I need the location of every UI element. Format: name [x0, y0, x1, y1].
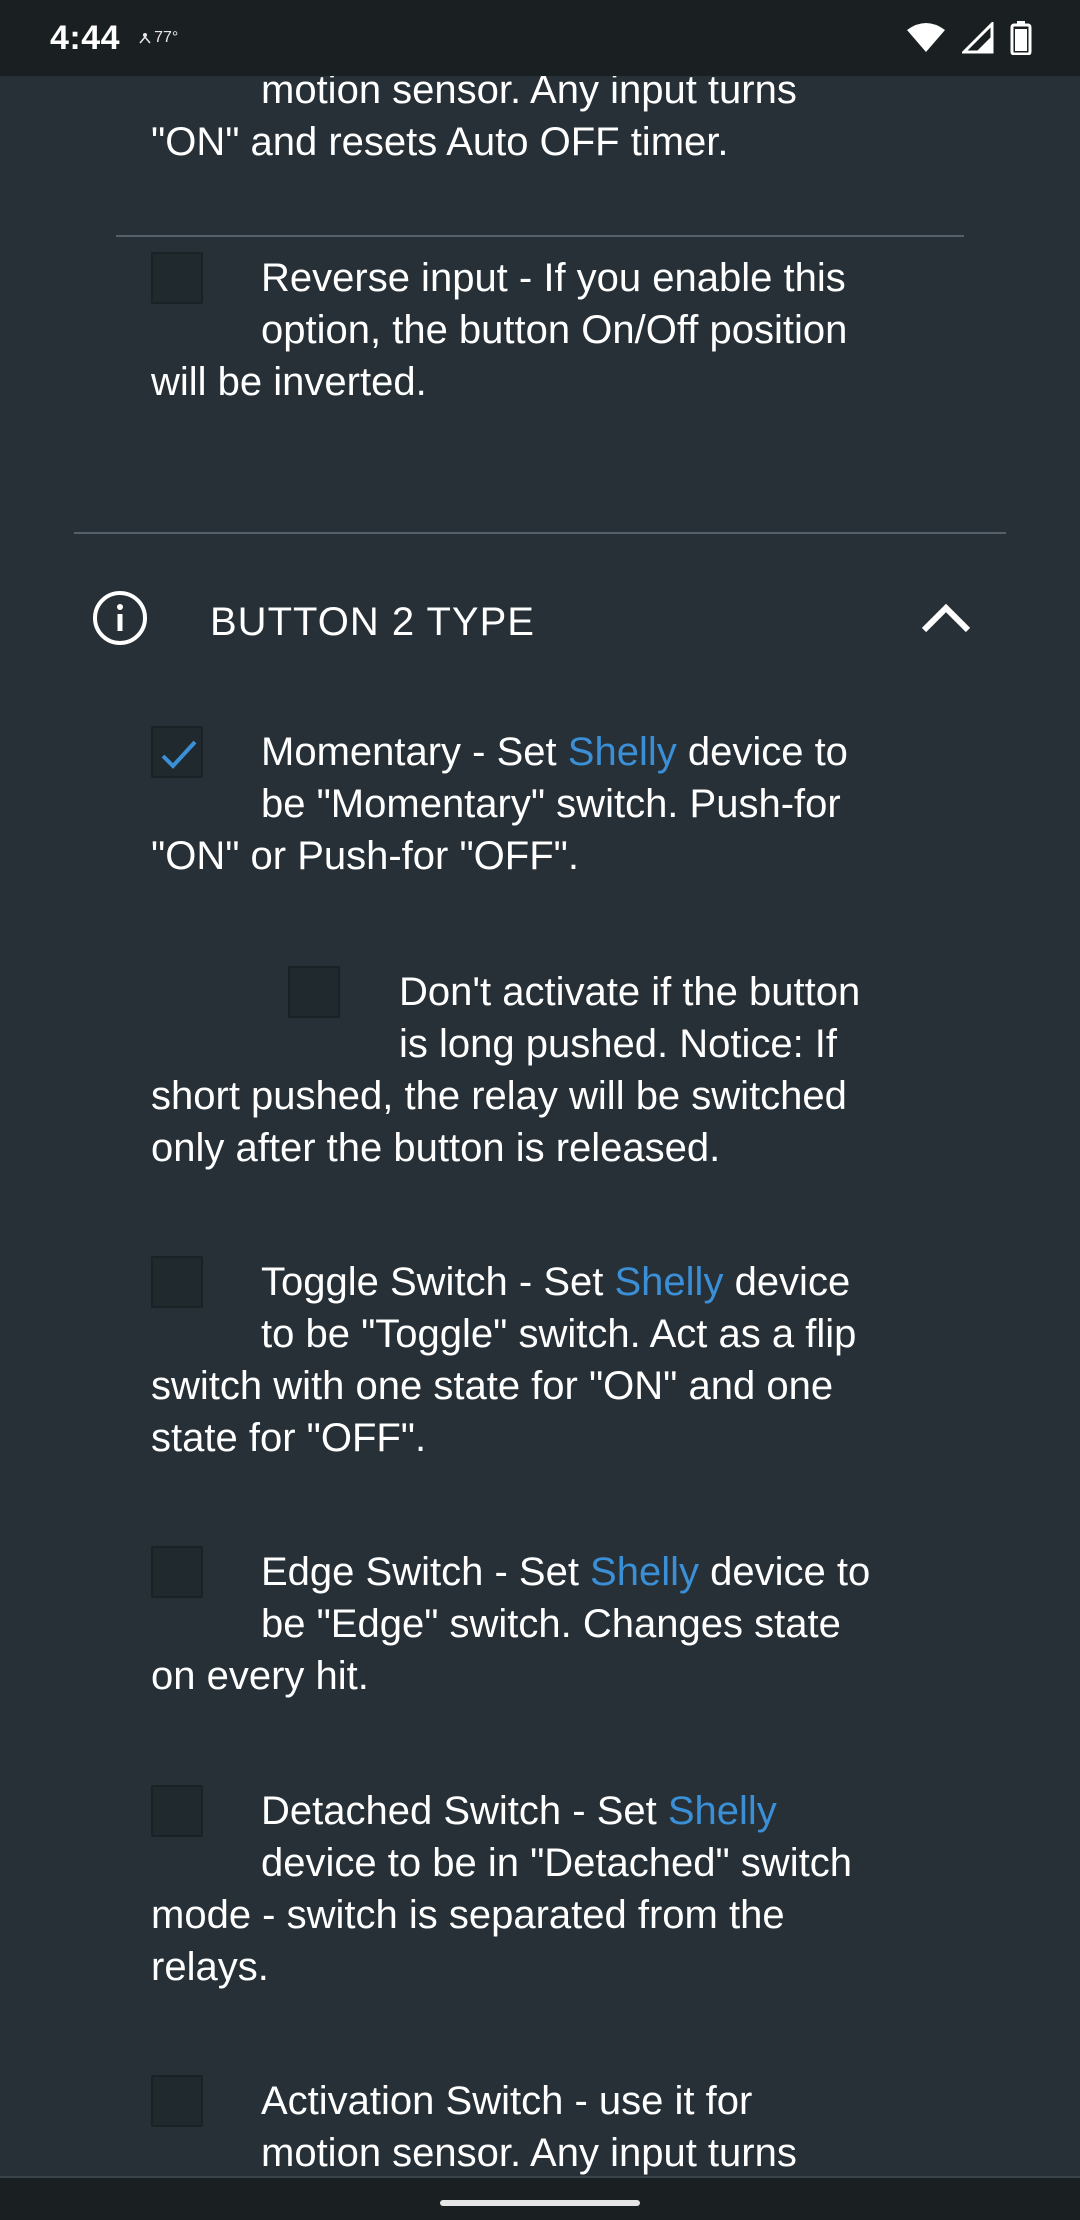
home-gesture-handle[interactable] — [440, 2200, 640, 2206]
section-title: BUTTON 2 TYPE — [210, 600, 535, 644]
toggle-prefix: Toggle Switch - Set — [261, 1260, 615, 1304]
wifi-icon — [907, 23, 945, 52]
reverse-input-line-1: Reverse input - If you enable this — [261, 256, 846, 300]
status-right — [906, 21, 1032, 55]
clock: 4:44 — [50, 18, 121, 57]
long-push-label: Don't activate if the button is long pus… — [151, 966, 1011, 1174]
cell-signal-icon — [962, 22, 994, 54]
detached-prefix: Detached Switch - Set — [261, 1789, 668, 1833]
edge-line-3: on every hit. — [151, 1654, 369, 1698]
momentary-suffix: device to — [676, 730, 848, 774]
reverse-input-line-3: will be inverted. — [151, 360, 427, 404]
toggle-line-2: to be "Toggle" switch. Act as a flip — [261, 1312, 857, 1356]
long-push-line-3: short pushed, the relay will be switched — [151, 1074, 847, 1118]
section-divider — [74, 532, 1006, 534]
shelly-link[interactable]: Shelly — [590, 1550, 699, 1594]
shelly-link[interactable]: Shelly — [568, 730, 677, 774]
fragment-line-2: "ON" and resets Auto OFF timer. — [151, 120, 729, 164]
activation-switch-label: Activation Switch - use it for motion se… — [151, 2075, 1011, 2176]
weather-indicator: 77° — [138, 29, 178, 47]
temperature: 77° — [154, 29, 179, 46]
battery-icon — [1010, 21, 1032, 55]
edge-line-1: Edge Switch - Set Shelly device to — [151, 1546, 1011, 1598]
long-push-line-4: only after the button is released. — [151, 1126, 721, 1170]
settings-content[interactable]: motion sensor. Any input turns "ON" and … — [0, 76, 1080, 2176]
option-divider — [116, 235, 964, 237]
edge-switch-label: Edge Switch - Set Shelly device to be "E… — [151, 1546, 1011, 1702]
momentary-label: Momentary - Set Shelly device to be "Mom… — [151, 726, 1011, 882]
weather-icon — [139, 33, 151, 44]
long-push-line-2: is long pushed. Notice: If — [399, 1022, 838, 1066]
shelly-link[interactable]: Shelly — [615, 1260, 724, 1304]
status-left: 4:44 77° — [50, 19, 178, 58]
momentary-line-2: be "Momentary" switch. Push-for — [261, 782, 841, 826]
navigation-bar — [0, 2176, 1080, 2220]
toggle-switch-label: Toggle Switch - Set Shelly device to be … — [151, 1256, 1031, 1464]
detached-switch-label: Detached Switch - Set Shelly device to b… — [151, 1785, 1011, 1993]
info-icon[interactable] — [92, 590, 148, 646]
momentary-line-1: Momentary - Set Shelly device to — [151, 726, 1011, 778]
edge-suffix: device to — [699, 1550, 871, 1594]
status-bar: 4:44 77° — [0, 0, 1080, 76]
toggle-line-4: state for "OFF". — [151, 1416, 427, 1460]
reverse-input-line-2: option, the button On/Off position — [261, 308, 848, 352]
chevron-up-icon[interactable] — [920, 598, 972, 638]
momentary-line-3: "ON" or Push-for "OFF". — [151, 834, 579, 878]
detached-line-4: relays. — [151, 1945, 269, 1989]
detached-line-2: device to be in "Detached" switch — [261, 1841, 852, 1885]
edge-line-2: be "Edge" switch. Changes state — [261, 1602, 841, 1646]
edge-prefix: Edge Switch - Set — [261, 1550, 591, 1594]
detached-line-3: mode - switch is separated from the — [151, 1893, 785, 1937]
detached-line-1: Detached Switch - Set Shelly — [151, 1785, 1011, 1837]
toggle-line-3: switch with one state for "ON" and one — [151, 1364, 834, 1408]
activation-switch-fragment: motion sensor. Any input turns "ON" and … — [151, 76, 1011, 168]
long-push-line-1: Don't activate if the button — [399, 970, 861, 1014]
reverse-input-label: Reverse input - If you enable this optio… — [151, 252, 1011, 408]
toggle-suffix: device — [723, 1260, 851, 1304]
fragment-line-1: motion sensor. Any input turns — [261, 76, 797, 112]
momentary-prefix: Momentary - Set — [261, 730, 568, 774]
activation-line-1: Activation Switch - use it for — [261, 2079, 753, 2123]
shelly-link[interactable]: Shelly — [668, 1789, 777, 1833]
activation-line-2: motion sensor. Any input turns — [261, 2131, 797, 2175]
button-2-type-header[interactable]: BUTTON 2 TYPE — [74, 560, 1014, 680]
toggle-line-1: Toggle Switch - Set Shelly device — [151, 1256, 1031, 1308]
